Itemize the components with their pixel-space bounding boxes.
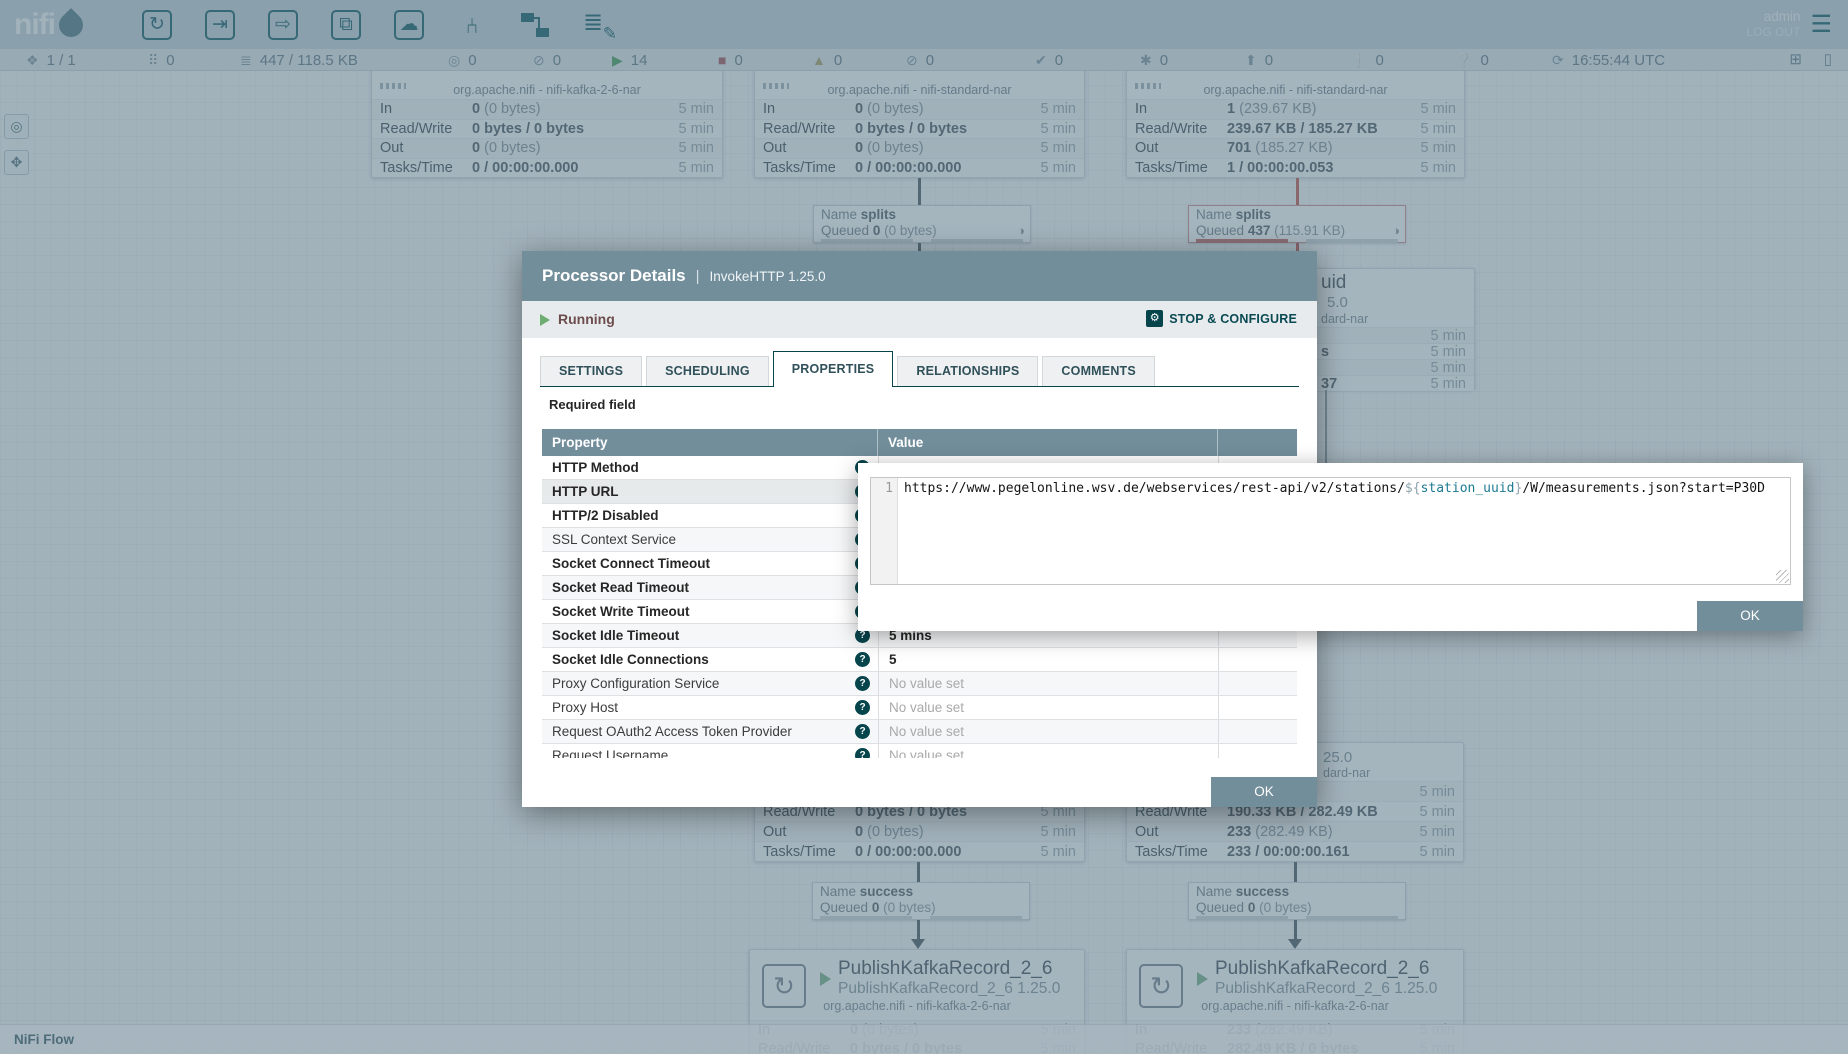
tab-underline bbox=[540, 386, 1299, 387]
processor-state-row: Running ⚙ STOP & CONFIGURE bbox=[522, 301, 1317, 338]
editor-gutter: 1 bbox=[871, 478, 898, 584]
property-row[interactable]: Socket Idle Connections?5 bbox=[542, 648, 1297, 672]
title-separator: | bbox=[696, 268, 700, 285]
help-icon[interactable]: ? bbox=[855, 700, 870, 715]
tab-scheduling[interactable]: SCHEDULING bbox=[646, 356, 769, 387]
property-row[interactable]: Proxy Host?No value set bbox=[542, 696, 1297, 720]
expression-variable: station_uuid bbox=[1421, 481, 1515, 496]
tab-relationships[interactable]: RELATIONSHIPS bbox=[897, 356, 1038, 387]
help-icon[interactable]: ? bbox=[855, 724, 870, 739]
dialog-subtitle: InvokeHTTP 1.25.0 bbox=[710, 269, 826, 284]
dialog-tabs: SETTINGS SCHEDULING PROPERTIES RELATIONS… bbox=[540, 351, 1155, 387]
dialog-header[interactable]: Processor Details | InvokeHTTP 1.25.0 bbox=[522, 251, 1317, 301]
value-editor-popup: 1 https://www.pegelonline.wsv.de/webserv… bbox=[858, 463, 1803, 631]
property-row-clipped: Request Username?No value set bbox=[542, 744, 1297, 758]
editor-text[interactable]: https://www.pegelonline.wsv.de/webservic… bbox=[898, 478, 1790, 584]
dialog-ok-button[interactable]: OK bbox=[1211, 777, 1317, 807]
help-icon: ? bbox=[855, 748, 870, 758]
required-field-note: Required field bbox=[549, 397, 636, 412]
resize-handle-icon[interactable] bbox=[1776, 570, 1789, 583]
properties-table-header: Property Value bbox=[542, 429, 1297, 456]
line-number: 1 bbox=[885, 481, 893, 496]
running-state-label: Running bbox=[558, 311, 615, 327]
property-row[interactable]: Request OAuth2 Access Token Provider?No … bbox=[542, 720, 1297, 744]
stop-configure-gear-icon: ⚙ bbox=[1146, 310, 1163, 327]
tab-settings[interactable]: SETTINGS bbox=[540, 356, 642, 387]
property-row[interactable]: Proxy Configuration Service?No value set bbox=[542, 672, 1297, 696]
running-state-icon bbox=[540, 314, 550, 326]
help-icon[interactable]: ? bbox=[855, 676, 870, 691]
tab-properties[interactable]: PROPERTIES bbox=[773, 351, 894, 387]
help-icon[interactable]: ? bbox=[855, 652, 870, 667]
editor-ok-button[interactable]: OK bbox=[1697, 601, 1803, 631]
dialog-title: Processor Details bbox=[542, 266, 686, 286]
value-editor[interactable]: 1 https://www.pegelonline.wsv.de/webserv… bbox=[870, 477, 1791, 585]
stop-and-configure-button[interactable]: ⚙ STOP & CONFIGURE bbox=[1146, 310, 1297, 327]
tab-comments[interactable]: COMMENTS bbox=[1042, 356, 1155, 387]
nifi-app: org.apache.nifi - nifi-kafka-2-6-nar In0… bbox=[0, 0, 1848, 1054]
